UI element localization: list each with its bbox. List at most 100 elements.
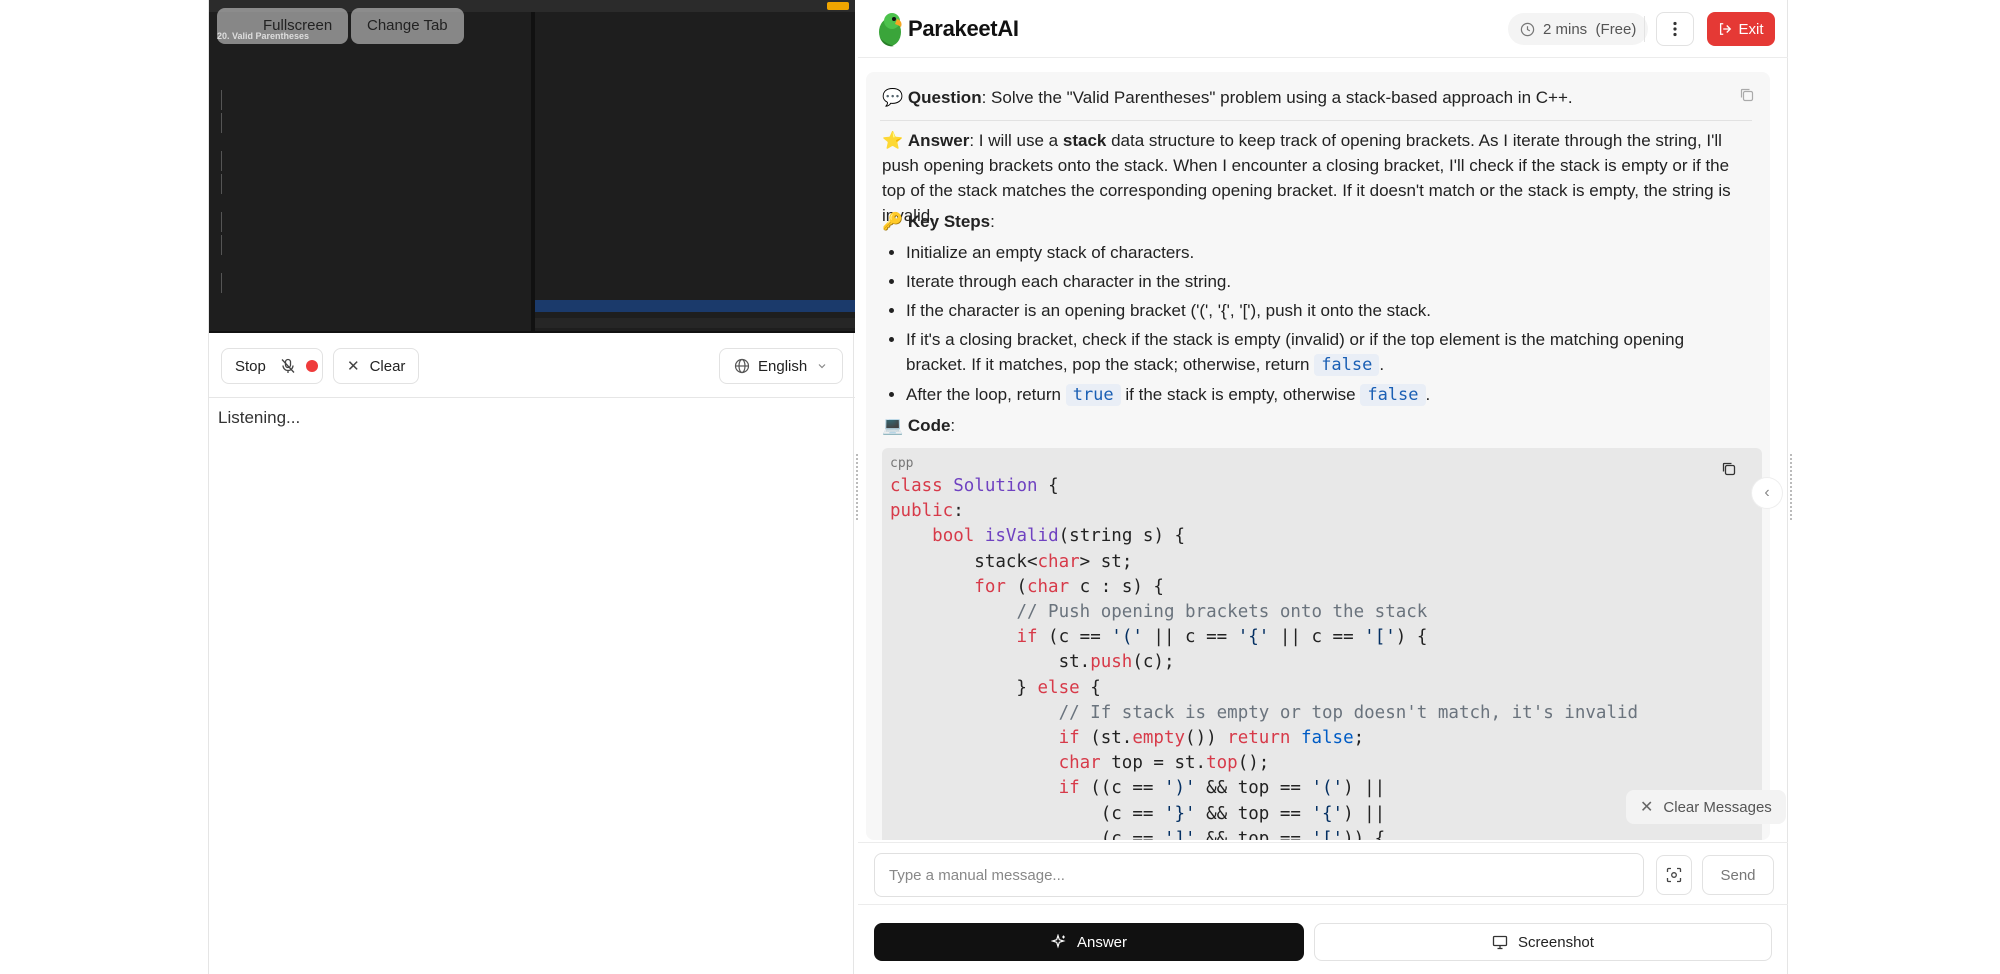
step-text: If it's a closing bracket, check if the … xyxy=(906,330,1685,374)
question-text: : Solve the "Valid Parentheses" problem … xyxy=(981,88,1573,107)
inline-code-false: false xyxy=(1360,384,1426,406)
screenshot-button[interactable]: Screenshot xyxy=(1314,923,1772,961)
close-icon: ✕ xyxy=(347,358,360,375)
clear-messages-label: Clear Messages xyxy=(1663,798,1772,816)
clear-transcript-button[interactable]: ✕ Clear xyxy=(333,348,419,384)
close-icon: ✕ xyxy=(1640,799,1654,816)
mic-off-icon xyxy=(281,358,295,373)
list-item: If the character is an opening bracket (… xyxy=(906,298,1746,323)
assistant-panel: ParakeetAI 2 mins (Free) Exit 💬 Question… xyxy=(858,0,1788,974)
preview-example-box xyxy=(221,174,517,194)
code-heading: 💻 Code: xyxy=(882,416,956,435)
preview-example-heading xyxy=(217,261,517,270)
preview-example-box xyxy=(221,151,517,171)
preview-example-box xyxy=(221,113,517,133)
scan-icon xyxy=(1666,867,1682,883)
divider xyxy=(880,120,1752,121)
clock-icon xyxy=(1520,22,1535,36)
answer-button[interactable]: Answer xyxy=(874,923,1304,961)
preview-example-heading xyxy=(217,200,517,209)
answer-bold: stack xyxy=(1062,131,1107,150)
question-line: 💬 Question: Solve the "Valid Parentheses… xyxy=(882,86,1722,110)
monitor-icon xyxy=(1492,935,1508,950)
preview-example-heading xyxy=(217,78,517,87)
screen-share-preview: 20. Valid Parentheses Full xyxy=(209,0,855,333)
key-icon: 🔑 xyxy=(882,212,904,231)
copy-icon[interactable] xyxy=(1738,86,1756,104)
preview-split-divider xyxy=(531,12,535,331)
chat-message: 💬 Question: Solve the "Valid Parentheses… xyxy=(866,72,1770,840)
scan-screen-button[interactable] xyxy=(1656,855,1692,895)
step-text: if the stack is empty, otherwise xyxy=(1120,385,1361,404)
exit-label: Exit xyxy=(1738,20,1764,38)
language-select[interactable]: English xyxy=(719,348,843,384)
exit-button[interactable]: Exit xyxy=(1707,12,1775,46)
more-vertical-icon xyxy=(1673,21,1677,37)
recording-dot-icon xyxy=(305,360,318,372)
chevron-down-icon xyxy=(818,364,826,369)
stop-button[interactable]: Stop xyxy=(221,348,323,384)
fullscreen-button[interactable]: Fullscreen xyxy=(217,8,349,44)
preview-premium-badge xyxy=(827,2,849,10)
preview-example-box xyxy=(221,235,517,255)
laptop-icon: 💻 xyxy=(882,416,904,435)
copy-code-icon[interactable] xyxy=(1720,460,1738,478)
globe-icon xyxy=(734,358,750,374)
clear-label: Clear xyxy=(369,357,406,375)
question-label: Question xyxy=(907,88,982,107)
app-window: 20. Valid Parentheses Full xyxy=(0,0,2000,974)
preview-text-line xyxy=(217,45,517,54)
brand-name: ParakeetAI xyxy=(908,16,1019,41)
preview-example-box xyxy=(221,212,517,232)
preview-console-bar xyxy=(535,300,855,312)
sparkle-icon xyxy=(1050,934,1066,949)
action-bar: Answer Screenshot xyxy=(858,904,1788,974)
preview-bottom-bar xyxy=(535,318,855,328)
preview-text-line xyxy=(217,54,517,63)
list-item: After the loop, return true if the stack… xyxy=(906,382,1746,408)
preview-problem-panel: 20. Valid Parentheses xyxy=(217,32,517,293)
code-language: cpp xyxy=(890,456,914,471)
resize-handle-right[interactable] xyxy=(1790,454,1794,520)
stop-label: Stop xyxy=(235,357,266,375)
key-steps-label: Key Steps xyxy=(907,212,991,231)
transcription-controls: Stop ✕ Clear English xyxy=(209,334,855,398)
step-text: After the loop, return xyxy=(906,385,1066,404)
session-timer: 2 mins (Free) xyxy=(1508,13,1649,45)
timer-value: 2 mins xyxy=(1543,20,1588,38)
screenshot-button-label: Screenshot xyxy=(1518,933,1594,951)
preview-code-editor xyxy=(539,18,849,298)
header-divider xyxy=(1644,16,1645,42)
preview-example-box xyxy=(221,273,517,293)
star-icon: ⭐ xyxy=(882,131,904,150)
inline-code-false: false xyxy=(1314,354,1380,376)
code-content: class Solution { public: bool isValid(st… xyxy=(890,476,1639,840)
list-item: Initialize an empty stack of characters. xyxy=(906,240,1746,265)
left-panel: 20. Valid Parentheses Full xyxy=(208,0,855,974)
parakeet-logo-icon xyxy=(879,13,902,47)
step-text: . xyxy=(1425,385,1431,404)
manual-message-input[interactable] xyxy=(874,853,1644,897)
logout-icon xyxy=(1720,23,1732,35)
step-text: . xyxy=(1379,355,1385,374)
language-label: English xyxy=(758,357,808,375)
answer-button-label: Answer xyxy=(1076,933,1128,951)
code-block: cpp class Solution { public: bool isVali… xyxy=(882,448,1762,840)
transcript-status: Listening... xyxy=(218,408,301,427)
app-header: ParakeetAI 2 mins (Free) Exit xyxy=(858,0,1788,58)
change-tab-button[interactable]: Change Tab xyxy=(351,8,464,44)
answer-paragraph: ⭐ Answer: I will use a stack data struct… xyxy=(882,128,1754,228)
code-label: Code xyxy=(907,416,951,435)
answer-text-1: : I will use a xyxy=(969,131,1063,150)
answer-label: Answer xyxy=(907,131,970,150)
more-menu-button[interactable] xyxy=(1656,12,1694,46)
preview-text-line xyxy=(217,63,517,72)
preview-example-heading xyxy=(217,139,517,148)
send-button[interactable]: Send xyxy=(1702,855,1774,895)
clear-messages-button[interactable]: ✕ Clear Messages xyxy=(1626,790,1786,824)
speech-bubble-icon: 💬 xyxy=(882,88,904,107)
plan-label: (Free) xyxy=(1595,20,1637,38)
list-item: If it's a closing bracket, check if the … xyxy=(906,327,1746,378)
chevron-left-icon[interactable]: ‹ xyxy=(1752,478,1782,508)
preview-example-box xyxy=(221,90,517,110)
